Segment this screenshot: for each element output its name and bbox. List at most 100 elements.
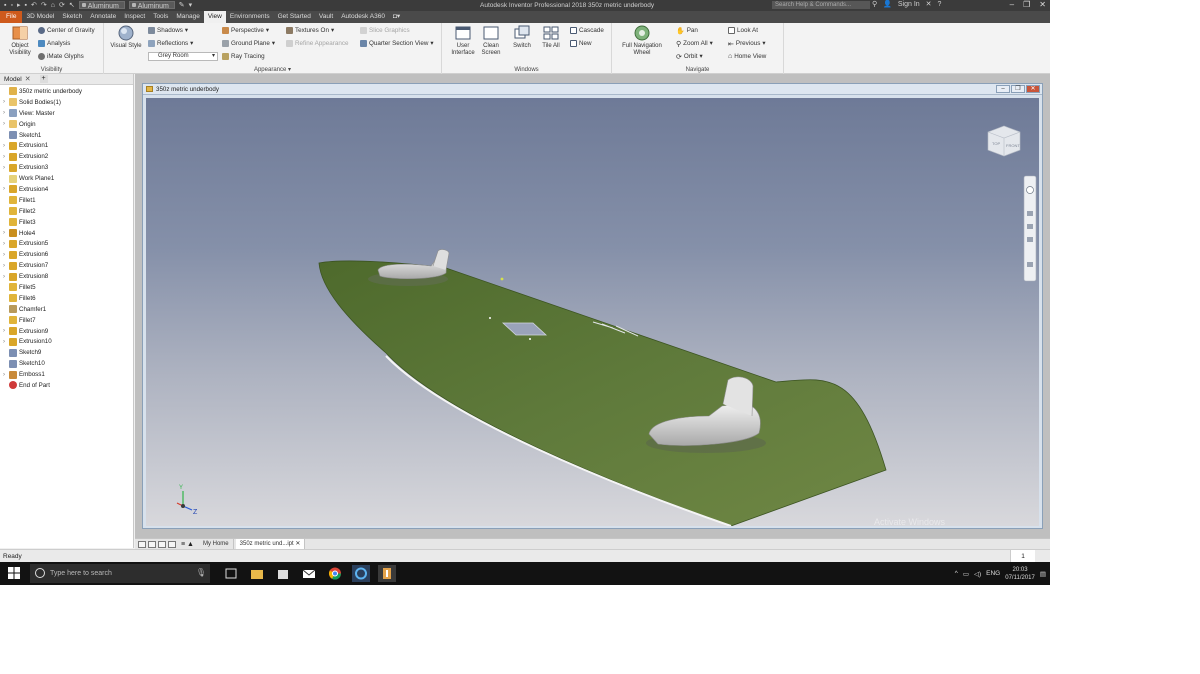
model-tree-item[interactable]: › Extrusion4	[0, 184, 133, 195]
model-tree-item[interactable]: › Solid Bodies(1)	[0, 97, 133, 108]
home-icon[interactable]: ⌂	[51, 1, 55, 10]
tab-manage[interactable]: Manage	[172, 11, 204, 23]
model-tree-item[interactable]: Fillet5	[0, 282, 133, 293]
tab-get-started[interactable]: Get Started	[274, 11, 315, 23]
update-icon[interactable]: ⟳	[59, 1, 65, 10]
clean-screen-button[interactable]: Clean Screen	[478, 25, 504, 57]
switch-button[interactable]: Switch	[508, 25, 536, 50]
pan-button[interactable]: ✋ Pan	[676, 26, 698, 35]
tile-all-button[interactable]: Tile All	[538, 25, 564, 50]
cascade-windows-icon[interactable]	[158, 540, 166, 548]
model-tree-item[interactable]: › View: Master	[0, 108, 133, 119]
app-menu-icon[interactable]: ▪	[4, 1, 6, 10]
rear-mount[interactable]	[368, 249, 450, 286]
zoom-all-button[interactable]: ⚲ Zoom All ▾	[676, 39, 713, 48]
model-tree-item[interactable]: › Extrusion6	[0, 249, 133, 260]
model-tree-item[interactable]: › Extrusion2	[0, 151, 133, 162]
tab-sketch[interactable]: Sketch	[58, 11, 86, 23]
restore-icon[interactable]: ❐	[1011, 85, 1025, 93]
close-icon[interactable]: ✕	[295, 541, 300, 547]
help-search-input[interactable]: Search Help & Commands...	[772, 1, 870, 9]
model-tree-item[interactable]: › Extrusion1	[0, 140, 133, 151]
tab-list-icon[interactable]: ≡ ▲	[181, 541, 194, 548]
sign-in-link[interactable]: Sign In	[898, 0, 920, 10]
internet-explorer-icon[interactable]	[352, 565, 370, 582]
model-tree-item[interactable]: End of Part	[0, 380, 133, 391]
textures-on-button[interactable]: Textures On ▾	[286, 26, 334, 35]
tab-active-document[interactable]: 350z metric und...ipt ✕	[235, 539, 306, 549]
model-tree-item[interactable]: › Extrusion7	[0, 260, 133, 271]
minimize-icon[interactable]: –	[1010, 0, 1014, 10]
model-tree-item[interactable]: › Hole4	[0, 228, 133, 239]
volume-icon[interactable]: ◁)	[974, 570, 981, 578]
tab-file[interactable]: File	[0, 11, 23, 23]
microphone-icon[interactable]: 🎙	[196, 568, 206, 577]
ribbon-options-icon[interactable]: ◘▾	[389, 11, 404, 23]
tile-vertical-icon[interactable]	[148, 540, 156, 548]
imate-glyphs-button[interactable]: iMate Glyphs	[38, 52, 84, 61]
ray-tracing-button[interactable]: Ray Tracing	[222, 52, 265, 61]
system-clock[interactable]: 20:03 07/11/2017	[1005, 566, 1035, 582]
cascade-button[interactable]: Cascade	[570, 26, 604, 35]
model-tree-item[interactable]: Fillet7	[0, 315, 133, 326]
quarter-section-view-button[interactable]: Quarter Section View ▾	[360, 39, 434, 48]
new-icon[interactable]: ▫	[10, 1, 12, 10]
close-icon[interactable]: ✕	[1026, 85, 1040, 93]
object-visibility-button[interactable]: Object Visibility	[4, 25, 36, 57]
home-view-button[interactable]: ⌂ Home View	[728, 52, 766, 61]
model-tree-item[interactable]: Fillet3	[0, 217, 133, 228]
file-explorer-icon[interactable]	[248, 565, 266, 582]
model-tree-item[interactable]: › Emboss1	[0, 369, 133, 380]
model-tree-item[interactable]: Work Plane1	[0, 173, 133, 184]
perspective-button[interactable]: Perspective ▾	[222, 26, 269, 35]
tab-annotate[interactable]: Annotate	[86, 11, 120, 23]
taskbar-search-input[interactable]: Type here to search 🎙	[30, 564, 210, 583]
clear-appearance-icon[interactable]: ✎	[179, 1, 185, 10]
previous-view-button[interactable]: ⇤ Previous ▾	[728, 39, 766, 48]
new-window-button[interactable]: New	[570, 39, 592, 48]
tab-my-home[interactable]: My Home	[199, 539, 234, 549]
chrome-icon[interactable]	[326, 565, 344, 582]
tab-vault[interactable]: Vault	[315, 11, 337, 23]
model-tree-item[interactable]: Fillet2	[0, 206, 133, 217]
user-interface-button[interactable]: User Interface	[448, 25, 478, 57]
navigation-bar[interactable]	[1023, 175, 1037, 282]
viewcube-top-face[interactable]: TOP	[992, 141, 1000, 146]
redo-icon[interactable]: ↷	[41, 1, 47, 10]
binoculars-icon[interactable]: ⚲	[872, 0, 877, 10]
add-browser-tab-icon[interactable]: +	[39, 75, 48, 83]
language-indicator[interactable]: ENG	[986, 570, 1000, 577]
tab-autodesk-a360[interactable]: Autodesk A360	[337, 11, 389, 23]
select-icon[interactable]: ↖	[69, 1, 75, 10]
task-view-icon[interactable]	[222, 565, 240, 582]
tab-view[interactable]: View	[203, 11, 226, 23]
shadows-button[interactable]: Shadows ▾	[148, 26, 188, 35]
store-icon[interactable]	[274, 565, 292, 582]
adjust-icon[interactable]: ▾	[189, 1, 193, 10]
model-tree-item[interactable]: › Extrusion9	[0, 326, 133, 337]
notifications-icon[interactable]: ▤	[1040, 570, 1046, 578]
mail-icon[interactable]	[300, 565, 318, 582]
user-icon[interactable]: 👤	[883, 0, 892, 10]
model-tree-item[interactable]: Chamfer1	[0, 304, 133, 315]
model-tree-item[interactable]: › Origin	[0, 119, 133, 130]
underbody-plate[interactable]	[318, 260, 887, 526]
model-tree-item[interactable]: › Extrusion3	[0, 162, 133, 173]
appearance-group-label[interactable]: Appearance ▾	[104, 66, 441, 73]
browser-tab-model[interactable]: Model	[4, 76, 22, 83]
model-tree-item[interactable]: Sketch1	[0, 130, 133, 141]
work-point-marker[interactable]	[500, 277, 504, 281]
model-tree-item[interactable]: › Extrusion5	[0, 238, 133, 249]
exchange-icon[interactable]: ✕	[926, 0, 932, 10]
tab-tools[interactable]: Tools	[149, 11, 172, 23]
model-tree-item[interactable]: › Extrusion10	[0, 336, 133, 347]
tab-environments[interactable]: Environments	[226, 11, 274, 23]
reflections-button[interactable]: Reflections ▾	[148, 39, 193, 48]
open-icon[interactable]: ▸	[17, 1, 21, 10]
model-tree-item[interactable]: Sketch9	[0, 347, 133, 358]
full-navigation-wheel-button[interactable]: Full Navigation Wheel	[616, 25, 668, 57]
arrange-icon[interactable]	[168, 540, 176, 548]
close-icon[interactable]: ✕	[25, 75, 31, 83]
restore-icon[interactable]: ❐	[1023, 0, 1030, 10]
visual-style-button[interactable]: Visual Style	[108, 25, 144, 50]
